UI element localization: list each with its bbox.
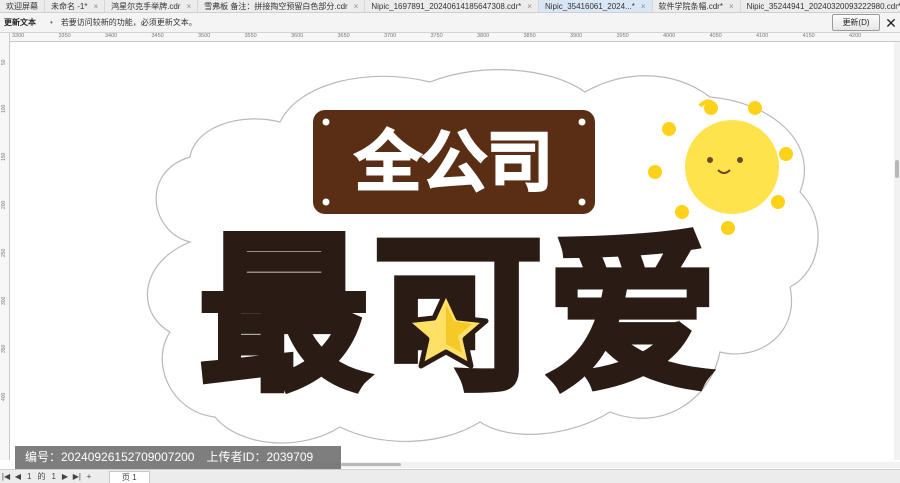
prev-page-icon[interactable]: ◀	[12, 472, 24, 481]
ruler-tick-label: 3500	[198, 33, 211, 39]
update-notification-bar: 更新文本 • 若要访问较新的功能，必须更新文本。 更新(D) ✕	[0, 13, 900, 33]
ruler-tick-label: 3750	[430, 33, 443, 39]
first-page-icon[interactable]: |◀	[0, 472, 12, 481]
total-page-number: 1	[51, 472, 56, 481]
ruler-tick-label: 350	[1, 344, 7, 353]
ruler-tick-label: 3300	[12, 33, 25, 39]
document-tab[interactable]: Nipic_35416061_2024...* ×	[538, 0, 653, 13]
label-rivet	[322, 118, 330, 126]
document-tab[interactable]: 软件学院条幅.cdr* ×	[653, 0, 741, 12]
tab-close-icon[interactable]: ×	[354, 0, 359, 13]
current-page-number: 1	[27, 472, 32, 481]
document-tab[interactable]: 鸿星尔克手举牌.cdr ×	[105, 0, 199, 13]
notification-title: 更新文本	[4, 18, 36, 27]
watermark-bar: 编号：20240926152709007200 上传者ID：2039709	[15, 446, 341, 469]
document-tab-label: 雪弗板 备注：拼接掏空预留白色部分.cdr	[204, 1, 348, 11]
tab-close-icon[interactable]: ×	[729, 0, 734, 13]
document-tab-label: 鸿星尔克手举牌.cdr	[111, 1, 181, 11]
ruler-tick-label: 300	[1, 296, 7, 305]
add-page-icon[interactable]: +	[83, 472, 95, 481]
ruler-tick-label: 3700	[384, 33, 397, 39]
document-tab-label: 欢迎屏幕	[6, 1, 38, 11]
last-page-icon[interactable]: ▶|	[71, 472, 83, 481]
document-tab[interactable]: 雪弗板 备注：拼接掏空预留白色部分.cdr ×	[198, 0, 366, 13]
label-rivet	[578, 198, 586, 206]
ruler-tick-label: 50	[1, 59, 7, 65]
notification-separator: •	[50, 18, 53, 27]
ruler-tick-label: 400	[1, 392, 7, 401]
horizontal-scroll-thumb[interactable]	[341, 463, 401, 466]
vertical-ruler[interactable]: 50 100 150 200 250 300 350 400	[0, 33, 10, 460]
document-tab[interactable]: Nipic_1697891_20240614185647308.cdr* ×	[365, 0, 539, 12]
document-tab[interactable]: 欢迎屏幕	[0, 0, 45, 12]
artwork-graphic: 全公司 最可爱	[146, 69, 819, 444]
label-text: 全公司	[354, 124, 553, 201]
ruler-tick-label: 3800	[477, 33, 490, 39]
ruler-tick-label: 3450	[151, 33, 164, 39]
document-tab[interactable]: Nipic_35244941_20240320093222980.cdr*×	[741, 0, 900, 12]
ruler-tick-label: 250	[1, 248, 7, 257]
tab-close-icon[interactable]: ×	[93, 0, 98, 13]
vertical-scrollbar[interactable]	[894, 42, 900, 460]
vertical-scroll-thumb[interactable]	[895, 160, 899, 178]
tab-close-icon[interactable]: ×	[186, 0, 191, 13]
ruler-tick-label: 4050	[709, 33, 722, 39]
page-tab-1[interactable]: 页 1	[108, 470, 150, 483]
ruler-tick-label: 4150	[802, 33, 815, 39]
ruler-tick-label: 3350	[58, 33, 71, 39]
ruler-tick-label: 3950	[616, 33, 629, 39]
document-tab-label: Nipic_35244941_20240320093222980.cdr*	[746, 1, 900, 11]
ruler-tick-label: 3600	[291, 33, 304, 39]
ruler-tick-label: 3400	[105, 33, 118, 39]
document-tab-bar: 欢迎屏幕 未命名 -1* × 鸿星尔克手举牌.cdr × 雪弗板 备注：拼接掏空预留白色部…	[0, 0, 900, 13]
ruler-tick-label: 200	[1, 200, 7, 209]
document-tab-label: 软件学院条幅.cdr*	[658, 1, 723, 11]
drawing-canvas[interactable]: 全公司 最可爱	[10, 42, 894, 460]
ruler-tick-label: 3550	[244, 33, 257, 39]
label-rivet	[322, 198, 330, 206]
ruler-tick-label: 3900	[570, 33, 583, 39]
ruler-tick-label: 3850	[523, 33, 536, 39]
page-of-label: 的	[37, 472, 46, 481]
tab-close-icon[interactable]: ×	[527, 0, 532, 13]
close-notification-icon[interactable]: ✕	[884, 15, 898, 31]
ruler-tick-label: 4000	[663, 33, 676, 39]
horizontal-scrollbar[interactable]	[300, 462, 900, 468]
next-page-icon[interactable]: ▶	[59, 472, 71, 481]
tab-close-icon[interactable]: ×	[641, 0, 646, 13]
ruler-tick-label: 150	[1, 152, 7, 161]
label-rivet	[578, 118, 586, 126]
document-tab-label: Nipic_35416061_2024...*	[544, 1, 635, 11]
notification-message: 若要访问较新的功能，必须更新文本。	[60, 18, 197, 27]
page-navigation-bar: |◀ ◀ 1 的 1 ▶ ▶| + 页 1	[0, 469, 900, 483]
ruler-tick-label: 100	[1, 104, 7, 113]
update-button[interactable]: 更新(D)	[832, 14, 880, 31]
document-tab-label: 未命名 -1*	[51, 1, 88, 11]
document-tab[interactable]: 未命名 -1* ×	[45, 0, 106, 13]
ruler-tick-label: 3650	[337, 33, 350, 39]
horizontal-ruler[interactable]: 3300 3350 3400 3450 3500 3550 3600 3650 3700 3750…	[10, 33, 900, 42]
document-tab-label: Nipic_1697891_20240614185647308.cdr*	[371, 1, 522, 11]
ruler-tick-label: 4200	[849, 33, 862, 39]
ruler-tick-label: 4100	[756, 33, 769, 39]
